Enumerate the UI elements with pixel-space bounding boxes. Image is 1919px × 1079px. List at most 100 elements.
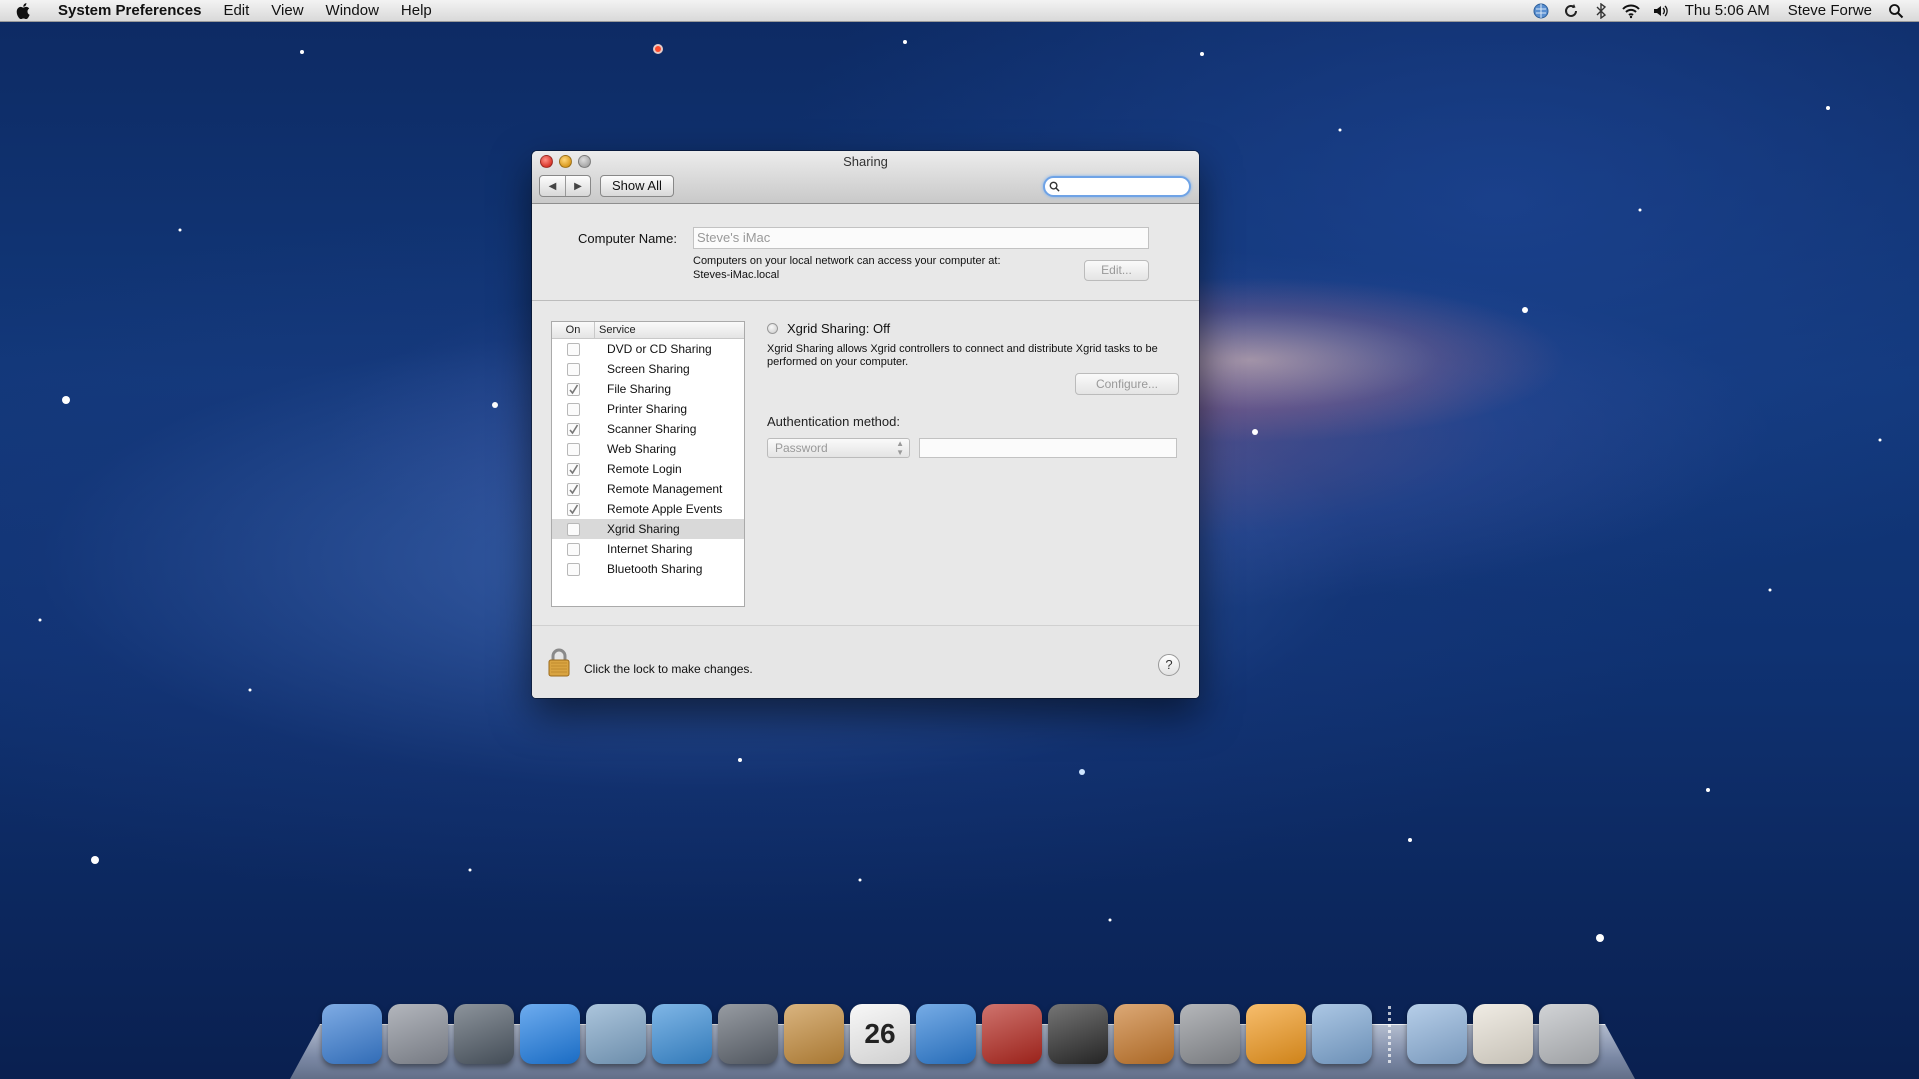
service-row[interactable]: Web Sharing [552, 439, 744, 459]
status-indicator-icon [767, 323, 778, 334]
calendar-date-label: 26 [864, 1018, 896, 1049]
checkmark-icon [569, 384, 579, 394]
address-book-icon[interactable] [784, 1004, 844, 1064]
service-checkbox[interactable] [567, 402, 580, 416]
service-checkbox[interactable] [567, 422, 580, 436]
auth-password-field[interactable] [919, 438, 1177, 458]
photo-booth-icon[interactable] [982, 1004, 1042, 1064]
service-label: Printer Sharing [607, 402, 688, 416]
ical-icon[interactable]: 26 [850, 1004, 910, 1064]
apple-menu-icon[interactable] [16, 2, 38, 19]
documents-stack-icon[interactable] [1473, 1004, 1533, 1064]
service-row[interactable]: Bluetooth Sharing [552, 559, 744, 579]
bluetooth-status-icon[interactable] [1586, 0, 1616, 22]
show-all-button[interactable]: Show All [600, 175, 674, 197]
menubar-user[interactable]: Steve Forwe [1779, 2, 1881, 19]
launchpad-icon[interactable] [388, 1004, 448, 1064]
itunes-icon[interactable] [916, 1004, 976, 1064]
service-checkbox[interactable] [567, 522, 580, 536]
preview-icon[interactable] [586, 1004, 646, 1064]
help-button[interactable]: ? [1158, 654, 1180, 676]
lock-icon[interactable] [545, 647, 573, 678]
service-row[interactable]: Internet Sharing [552, 539, 744, 559]
applications-folder-icon[interactable] [1407, 1004, 1467, 1064]
wifi-status-icon[interactable] [1616, 0, 1646, 22]
service-label: DVD or CD Sharing [607, 342, 712, 356]
service-row[interactable]: DVD or CD Sharing [552, 339, 744, 359]
services-list-header: On Service [552, 322, 744, 339]
search-input[interactable] [1063, 179, 1183, 194]
window-bottom-bar: Click the lock to make changes. ? [532, 625, 1199, 698]
checkmark-icon [569, 504, 579, 514]
service-checkbox[interactable] [567, 442, 580, 456]
forward-arrow-icon[interactable]: ▶ [565, 176, 590, 196]
dock: 26 [322, 994, 1599, 1064]
service-row[interactable]: Printer Sharing [552, 399, 744, 419]
configure-button[interactable]: Configure... [1075, 373, 1179, 395]
menu-window[interactable]: Window [315, 0, 390, 22]
service-checkbox[interactable] [567, 562, 580, 576]
services-list: On Service DVD or CD Sharing Screen Shari… [551, 321, 745, 607]
facetime-icon[interactable] [718, 1004, 778, 1064]
computer-name-label: Computer Name: [578, 231, 677, 246]
window-titlebar[interactable]: Sharing ◀ ▶ Show All [532, 151, 1199, 204]
volume-status-icon[interactable] [1646, 0, 1676, 22]
service-checkbox[interactable] [567, 542, 580, 556]
system-preferences-icon[interactable] [1180, 1004, 1240, 1064]
spotlight-icon[interactable] [1881, 0, 1911, 22]
finder-icon[interactable] [322, 1004, 382, 1064]
menubar-clock[interactable]: Thu 5:06 AM [1676, 2, 1779, 19]
lock-message: Click the lock to make changes. [584, 662, 753, 676]
printer-icon[interactable] [1048, 1004, 1108, 1064]
checkmark-icon [569, 424, 579, 434]
globe-status-icon[interactable] [1526, 0, 1556, 22]
service-row[interactable]: Remote Management [552, 479, 744, 499]
iphoto-icon[interactable] [1114, 1004, 1174, 1064]
hp-utility-icon[interactable] [1312, 1004, 1372, 1064]
service-label: Scanner Sharing [607, 422, 697, 436]
service-row[interactable]: Xgrid Sharing [552, 519, 744, 539]
auth-method-value: Password [775, 441, 828, 455]
safari-icon[interactable] [652, 1004, 712, 1064]
service-checkbox[interactable] [567, 342, 580, 356]
nav-segmented-control: ◀ ▶ [539, 175, 591, 197]
app-store-icon[interactable] [520, 1004, 580, 1064]
sync-status-icon[interactable] [1556, 0, 1586, 22]
service-checkbox[interactable] [567, 382, 580, 396]
menu-app-name[interactable]: System Preferences [50, 0, 212, 22]
service-label: Xgrid Sharing [607, 522, 680, 536]
edit-hostname-button[interactable]: Edit... [1084, 260, 1149, 281]
search-field[interactable] [1043, 176, 1191, 197]
service-label: Screen Sharing [607, 362, 690, 376]
back-arrow-icon[interactable]: ◀ [540, 176, 565, 196]
service-checkbox[interactable] [567, 362, 580, 376]
service-label: Remote Management [607, 482, 723, 496]
service-row[interactable]: Remote Apple Events [552, 499, 744, 519]
service-status-title: Xgrid Sharing: Off [787, 321, 891, 336]
computer-name-field[interactable]: Steve's iMac [693, 227, 1149, 249]
sharing-window: Sharing ◀ ▶ Show All Computer Name: Stev… [532, 151, 1199, 698]
service-row[interactable]: Screen Sharing [552, 359, 744, 379]
menu-bar: System Preferences Edit View Window Help… [0, 0, 1919, 22]
photo-browser-icon[interactable] [454, 1004, 514, 1064]
header-on[interactable]: On [552, 322, 595, 338]
service-row[interactable]: Remote Login [552, 459, 744, 479]
menu-edit[interactable]: Edit [212, 0, 260, 22]
service-label: Bluetooth Sharing [607, 562, 703, 576]
service-label: Remote Apple Events [607, 502, 723, 516]
menu-view[interactable]: View [260, 0, 314, 22]
trash-icon[interactable] [1539, 1004, 1599, 1064]
service-checkbox[interactable] [567, 502, 580, 516]
header-service[interactable]: Service [595, 322, 636, 338]
service-row[interactable]: Scanner Sharing [552, 419, 744, 439]
service-label: Remote Login [607, 462, 682, 476]
service-checkbox[interactable] [567, 462, 580, 476]
select-arrows-icon: ▲ ▼ [896, 439, 904, 457]
service-row[interactable]: File Sharing [552, 379, 744, 399]
auth-method-label: Authentication method: [767, 414, 900, 429]
auth-method-select[interactable]: Password ▲ ▼ [767, 438, 910, 458]
service-checkbox[interactable] [567, 482, 580, 496]
menu-help[interactable]: Help [390, 0, 443, 22]
vlingo-icon[interactable] [1246, 1004, 1306, 1064]
search-icon [1049, 181, 1060, 192]
